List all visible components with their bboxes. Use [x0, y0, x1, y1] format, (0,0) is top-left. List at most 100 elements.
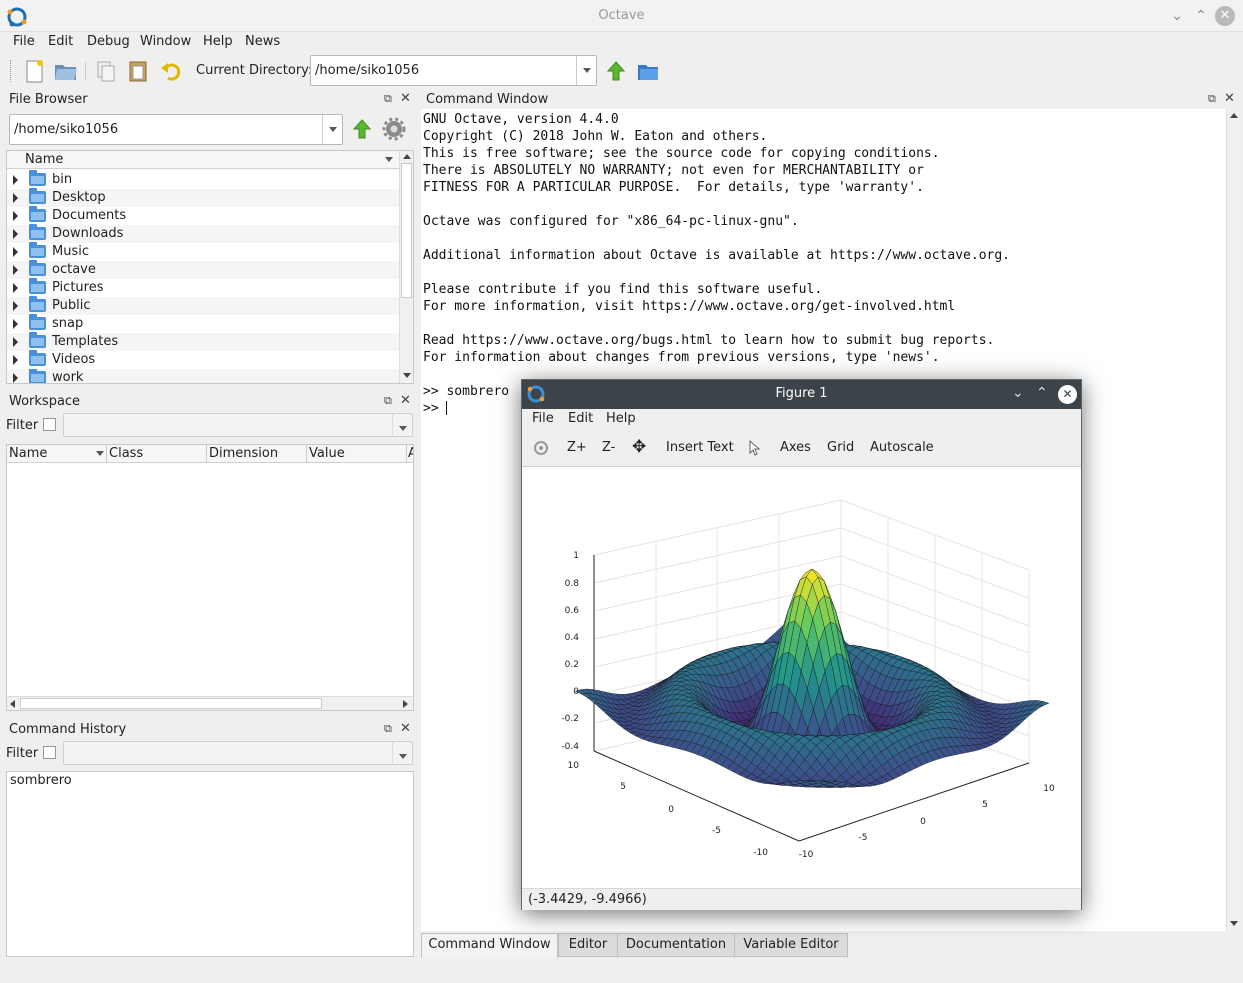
select-pointer-icon[interactable]	[749, 440, 761, 456]
gear-icon[interactable]	[381, 116, 407, 142]
workspace-hscrollbar[interactable]	[7, 696, 413, 710]
column-dimension[interactable]: Dimension	[209, 446, 278, 461]
menu-file[interactable]: File	[13, 34, 35, 49]
chevron-down-icon[interactable]	[392, 414, 412, 436]
list-item[interactable]: Videos	[7, 350, 399, 369]
expand-icon[interactable]	[13, 229, 18, 239]
undock-icon[interactable]: ⧉	[1208, 92, 1216, 106]
column-value[interactable]: Value	[309, 446, 345, 461]
file-list-header[interactable]: Name	[7, 151, 399, 169]
up-directory-icon[interactable]	[349, 116, 375, 142]
list-item[interactable]: Templates	[7, 332, 399, 351]
history-filter-checkbox[interactable]	[43, 746, 56, 759]
column-class[interactable]: Class	[109, 446, 143, 461]
column-attribute[interactable]: A	[408, 446, 413, 461]
history-item[interactable]: sombrero	[10, 773, 72, 788]
menu-help[interactable]: Help	[203, 34, 233, 49]
scrollbar-thumb[interactable]	[401, 163, 412, 298]
close-panel-icon[interactable]: ✕	[1224, 91, 1235, 106]
figure-menu-file[interactable]: File	[532, 411, 554, 426]
list-item[interactable]: Public	[7, 296, 399, 315]
tab-editor[interactable]: Editor	[558, 933, 618, 957]
chevron-down-icon[interactable]	[392, 742, 412, 764]
list-item[interactable]: Music	[7, 242, 399, 261]
sombrero-plot[interactable]: 1 0.8 0.6 0.4 0.2 0 -0.2 -0.4 10 5 0 -5 …	[522, 467, 1081, 888]
close-icon[interactable]: ✕	[1215, 6, 1235, 26]
chevron-down-icon[interactable]	[322, 115, 342, 144]
command-window-scrollbar[interactable]	[1226, 109, 1240, 931]
scrollbar-thumb[interactable]	[20, 698, 322, 709]
up-directory-icon[interactable]	[603, 58, 629, 84]
column-name[interactable]: Name	[9, 446, 47, 461]
expand-icon[interactable]	[13, 265, 18, 275]
scroll-down-icon[interactable]	[1230, 921, 1238, 926]
list-item[interactable]: work	[7, 369, 399, 383]
expand-icon[interactable]	[13, 337, 18, 347]
copy-icon[interactable]	[93, 58, 119, 84]
list-item[interactable]: snap	[7, 314, 399, 333]
expand-icon[interactable]	[13, 283, 18, 293]
insert-text-button[interactable]: Insert Text	[666, 440, 734, 455]
undock-icon[interactable]: ⧉	[384, 394, 392, 408]
axes-button[interactable]: Axes	[780, 440, 811, 455]
browse-folder-icon[interactable]	[635, 58, 661, 84]
scroll-down-icon[interactable]	[403, 373, 411, 378]
menu-debug[interactable]: Debug	[87, 34, 130, 49]
undock-icon[interactable]: ⧉	[384, 722, 392, 736]
expand-icon[interactable]	[13, 193, 18, 203]
expand-icon[interactable]	[13, 373, 18, 383]
scroll-left-icon[interactable]	[10, 700, 15, 708]
close-panel-icon[interactable]: ✕	[400, 91, 411, 106]
new-file-icon[interactable]	[21, 58, 47, 84]
close-icon[interactable]: ✕	[1058, 385, 1077, 404]
tab-variable-editor[interactable]: Variable Editor	[734, 933, 848, 957]
list-item[interactable]: Desktop	[7, 188, 399, 207]
close-panel-icon[interactable]: ✕	[400, 721, 411, 736]
figure-menu-edit[interactable]: Edit	[568, 411, 593, 426]
scroll-up-icon[interactable]	[1230, 113, 1238, 118]
scroll-up-icon[interactable]	[403, 154, 411, 159]
expand-icon[interactable]	[13, 211, 18, 221]
close-panel-icon[interactable]: ✕	[400, 393, 411, 408]
figure-menu-help[interactable]: Help	[606, 411, 636, 426]
history-filter-combo[interactable]	[63, 741, 413, 765]
list-item[interactable]: Downloads	[7, 224, 399, 243]
pan-icon[interactable]: ✥	[632, 437, 646, 457]
file-list-scrollbar[interactable]	[399, 151, 413, 383]
expand-icon[interactable]	[13, 175, 18, 185]
workspace-filter-checkbox[interactable]	[43, 418, 56, 431]
expand-icon[interactable]	[13, 247, 18, 257]
sort-indicator-icon	[96, 451, 104, 456]
zoom-in-button[interactable]: Z+	[567, 440, 587, 455]
column-name[interactable]: Name	[25, 152, 63, 167]
rotate-icon[interactable]	[533, 440, 549, 456]
list-item[interactable]: Documents	[7, 206, 399, 225]
scroll-right-icon[interactable]	[403, 700, 408, 708]
tab-documentation[interactable]: Documentation	[617, 933, 735, 957]
expand-icon[interactable]	[13, 301, 18, 311]
zoom-out-button[interactable]: Z-	[602, 440, 615, 455]
workspace-filter-combo[interactable]	[63, 413, 413, 437]
tab-command-window[interactable]: Command Window	[421, 933, 558, 958]
maximize-icon[interactable]: ⌃	[1192, 7, 1210, 25]
current-dir-combo[interactable]: /home/siko1056	[310, 55, 597, 86]
open-folder-icon[interactable]	[53, 58, 79, 84]
minimize-icon[interactable]: ⌄	[1012, 385, 1024, 401]
autoscale-button[interactable]: Autoscale	[870, 440, 934, 455]
maximize-icon[interactable]: ⌃	[1036, 385, 1048, 401]
file-browser-path-combo[interactable]: /home/siko1056	[9, 114, 343, 145]
list-item[interactable]: bin	[7, 170, 399, 189]
undo-icon[interactable]	[158, 58, 184, 84]
undock-icon[interactable]: ⧉	[384, 92, 392, 106]
grid-button[interactable]: Grid	[827, 440, 854, 455]
minimize-icon[interactable]: ⌄	[1168, 7, 1186, 25]
expand-icon[interactable]	[13, 319, 18, 329]
menu-news[interactable]: News	[245, 34, 280, 49]
expand-icon[interactable]	[13, 355, 18, 365]
list-item[interactable]: octave	[7, 260, 399, 279]
paste-icon[interactable]	[125, 58, 151, 84]
chevron-down-icon[interactable]	[576, 56, 596, 85]
menu-window[interactable]: Window	[140, 34, 191, 49]
list-item[interactable]: Pictures	[7, 278, 399, 297]
menu-edit[interactable]: Edit	[48, 34, 73, 49]
